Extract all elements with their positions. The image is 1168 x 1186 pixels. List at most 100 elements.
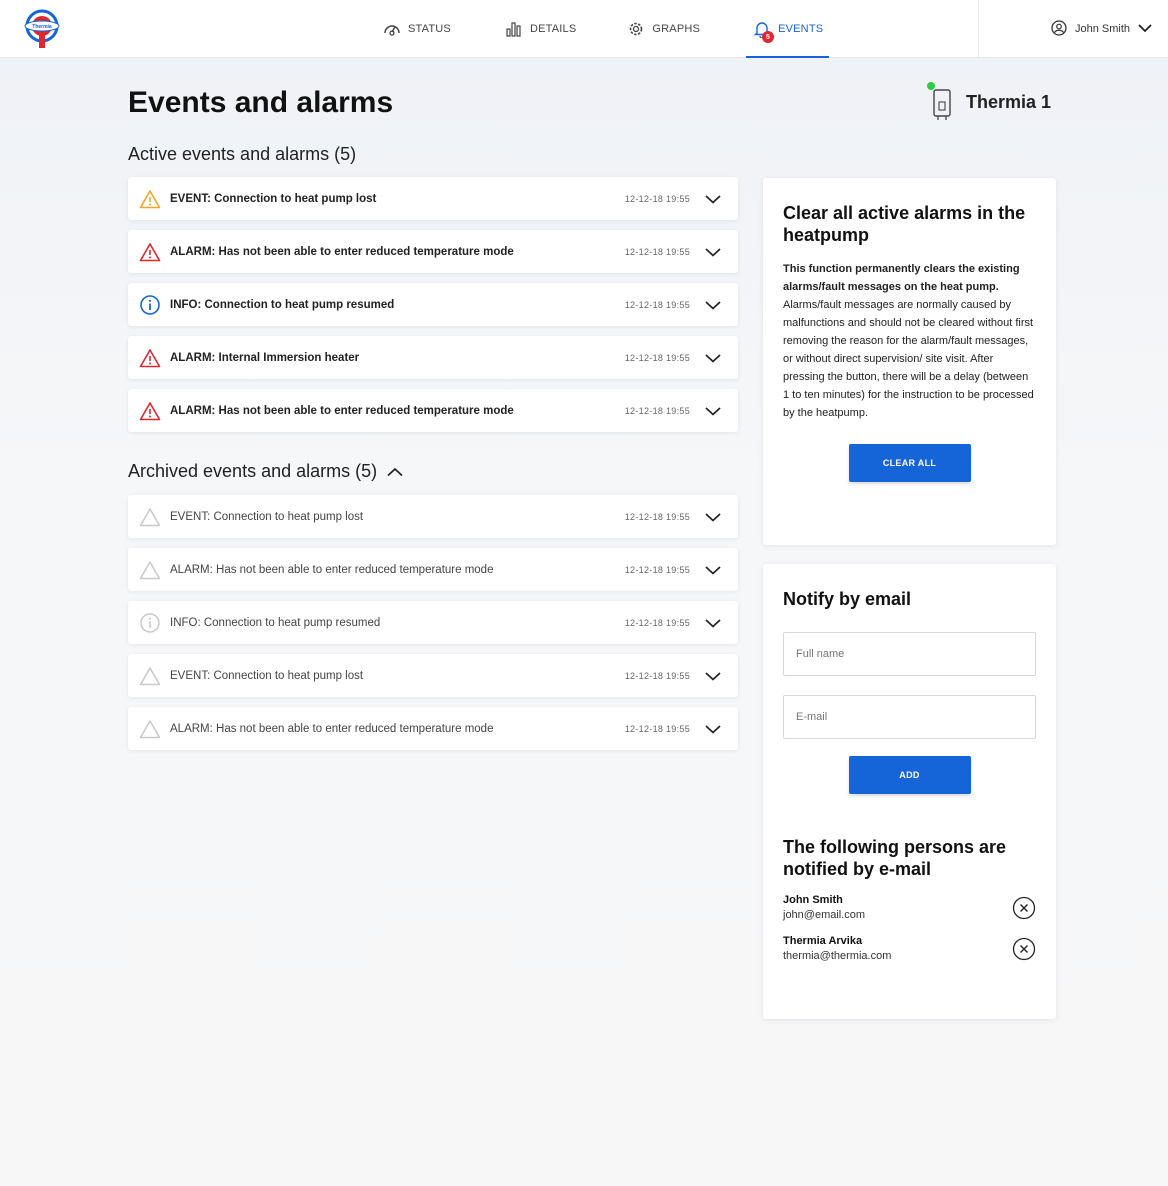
remove-circle-icon[interactable] <box>1012 937 1036 961</box>
heat-pump-device-icon <box>926 82 954 122</box>
event-timestamp: 12-12-18 19:55 <box>624 670 690 681</box>
notify-email-card: Notify by email ADD The following person… <box>763 564 1056 1019</box>
event-text: ALARM: Internal Immersion heater <box>170 351 360 364</box>
archived-event-row[interactable]: EVENT: Connection to heat pump lost 12-1… <box>128 654 738 697</box>
event-timestamp: 12-12-18 19:55 <box>624 405 690 416</box>
nav-details[interactable]: DETAILS <box>504 0 576 58</box>
warning-icon <box>138 187 162 211</box>
warning-icon <box>138 505 162 529</box>
remove-circle-icon[interactable] <box>1012 896 1036 920</box>
archived-events-list: EVENT: Connection to heat pump lost 12-1… <box>128 495 738 760</box>
person-name: John Smith <box>783 894 843 906</box>
notified-person: John Smith john@email.com <box>783 894 1036 921</box>
event-row[interactable]: INFO: Connection to heat pump resumed 12… <box>128 283 738 326</box>
warning-icon <box>138 558 162 582</box>
user-menu[interactable]: John Smith <box>978 0 1168 58</box>
nav-graphs[interactable]: GRAPHS <box>626 0 700 58</box>
person-name: Thermia Arvika <box>783 935 863 947</box>
event-row[interactable]: ALARM: Has not been able to enter reduce… <box>128 389 738 432</box>
person-email: thermia@thermia.com <box>783 950 892 962</box>
event-row[interactable]: ALARM: Internal Immersion heater 12-12-1… <box>128 336 738 379</box>
person-email: john@email.com <box>783 909 866 921</box>
thermia-logo[interactable]: Thermia <box>22 6 68 52</box>
device-indicator[interactable]: Thermia 1 <box>926 82 1051 122</box>
warning-icon <box>138 664 162 688</box>
chevron-down-icon[interactable] <box>704 561 722 579</box>
event-timestamp: 12-12-18 19:55 <box>624 723 690 734</box>
active-section-title: Active events and alarms (5) <box>128 144 357 164</box>
nav-events-label: EVENTS <box>778 23 824 35</box>
event-text: ALARM: Has not been able to enter reduce… <box>170 245 514 258</box>
event-timestamp: 12-12-18 19:55 <box>624 299 690 310</box>
archived-event-row[interactable]: ALARM: Has not been able to enter reduce… <box>128 548 738 591</box>
archived-event-row[interactable]: EVENT: Connection to heat pump lost 12-1… <box>128 495 738 538</box>
info-icon <box>138 293 162 317</box>
clear-alarms-card: Clear all active alarms in the heatpump … <box>763 178 1056 545</box>
clear-all-button[interactable]: CLEAR ALL <box>848 444 971 482</box>
full-name-input[interactable] <box>783 632 1036 676</box>
notify-title: Notify by email <box>783 589 912 609</box>
device-name: Thermia 1 <box>966 91 1052 112</box>
event-row[interactable]: ALARM: Has not been able to enter reduce… <box>128 230 738 273</box>
event-timestamp: 12-12-18 19:55 <box>624 352 690 363</box>
chevron-down-icon[interactable] <box>704 720 722 738</box>
active-events-list: EVENT: Connection to heat pump lost 12-1… <box>128 177 738 442</box>
nav-status-label: STATUS <box>408 23 451 35</box>
chevron-down-icon[interactable] <box>704 614 722 632</box>
gauge-icon <box>382 19 402 39</box>
chevron-down-icon[interactable] <box>704 296 722 314</box>
chevron-up-icon <box>387 461 403 482</box>
bar-chart-icon <box>504 19 524 39</box>
clear-alarms-details: Alarms/fault messages are normally cause… <box>783 299 1034 419</box>
event-text: EVENT: Connection to heat pump lost <box>170 669 364 682</box>
archived-section-title: Archived events and alarms (5) <box>128 461 378 481</box>
archived-event-row[interactable]: INFO: Connection to heat pump resumed 12… <box>128 601 738 644</box>
event-timestamp: 12-12-18 19:55 <box>624 564 690 575</box>
nav-status[interactable]: STATUS <box>382 0 451 58</box>
nav-details-label: DETAILS <box>529 23 577 35</box>
event-timestamp: 12-12-18 19:55 <box>624 617 690 628</box>
user-name: John Smith <box>1074 23 1130 35</box>
main-nav: STATUS DETAILS GRAPHS 5 EVENTS <box>375 0 830 58</box>
event-timestamp: 12-12-18 19:55 <box>624 246 690 257</box>
event-text: ALARM: Has not been able to enter reduce… <box>170 404 514 417</box>
clear-alarms-warning: This function permanently clears the exi… <box>783 263 1020 293</box>
chevron-down-icon[interactable] <box>704 243 722 261</box>
notified-person: Thermia Arvika thermia@thermia.com <box>783 935 1036 962</box>
nav-graphs-label: GRAPHS <box>652 23 701 35</box>
event-text: EVENT: Connection to heat pump lost <box>170 192 377 205</box>
event-text: ALARM: Has not been able to enter reduce… <box>170 722 494 735</box>
email-input[interactable] <box>783 695 1036 739</box>
event-text: INFO: Connection to heat pump resumed <box>170 298 395 311</box>
gear-icon <box>626 19 646 39</box>
chevron-down-icon <box>1138 23 1152 36</box>
alarm-icon <box>138 399 162 423</box>
chevron-down-icon[interactable] <box>704 402 722 420</box>
clear-alarms-title: Clear all active alarms in the heatpump <box>783 203 1026 245</box>
chevron-down-icon[interactable] <box>704 508 722 526</box>
top-navigation-bar: Thermia STATUS DETAILS GRAPHS 5 EVENTS J… <box>0 0 1168 58</box>
archived-section-toggle[interactable]: Archived events and alarms (5) <box>128 461 403 482</box>
event-row[interactable]: EVENT: Connection to heat pump lost 12-1… <box>128 177 738 220</box>
chevron-down-icon[interactable] <box>704 667 722 685</box>
warning-icon <box>138 717 162 741</box>
nav-events[interactable]: 5 EVENTS <box>746 0 830 58</box>
alarm-icon <box>138 240 162 264</box>
event-text: INFO: Connection to heat pump resumed <box>170 616 381 629</box>
svg-text:Thermia: Thermia <box>32 24 52 30</box>
event-text: EVENT: Connection to heat pump lost <box>170 510 364 523</box>
info-icon <box>138 611 162 635</box>
archived-event-row[interactable]: ALARM: Has not been able to enter reduce… <box>128 707 738 750</box>
chevron-down-icon[interactable] <box>704 190 722 208</box>
bell-icon: 5 <box>752 19 775 43</box>
chevron-down-icon[interactable] <box>704 349 722 367</box>
notified-persons-title: The following persons are notified by e-… <box>783 837 1007 879</box>
alarm-icon <box>138 346 162 370</box>
user-avatar-icon <box>1051 19 1067 39</box>
page-title: Events and alarms <box>128 86 394 119</box>
event-timestamp: 12-12-18 19:55 <box>624 193 690 204</box>
add-button[interactable]: ADD <box>848 756 971 794</box>
events-count-badge: 5 <box>762 31 775 43</box>
event-text: ALARM: Has not been able to enter reduce… <box>170 563 494 576</box>
clear-alarms-description: This function permanently clears the exi… <box>783 260 1036 422</box>
